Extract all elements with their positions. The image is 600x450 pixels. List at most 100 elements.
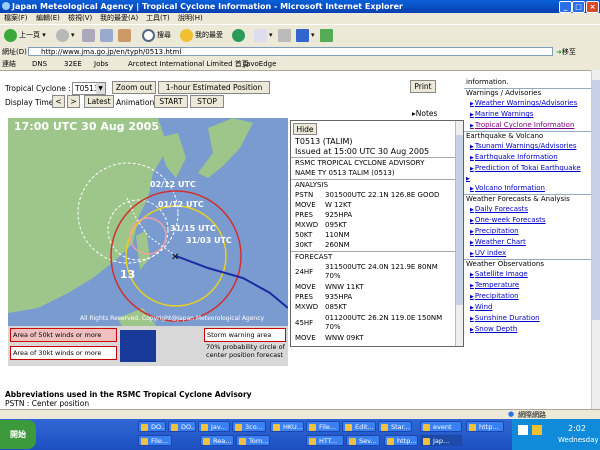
- animation-start-button[interactable]: START: [154, 95, 188, 108]
- taskbar-item[interactable]: 3co...: [232, 421, 266, 432]
- cyclone-track: [175, 255, 288, 309]
- minimize-button[interactable]: _: [559, 1, 572, 13]
- go-button[interactable]: ➜移至: [556, 47, 576, 57]
- address-bar: 網址(D) http://www.jma.go.jp/en/typh/0513.…: [0, 46, 600, 58]
- forecast-title: FORECAST: [295, 253, 333, 261]
- taskbar-item[interactable]: Edit...: [342, 421, 376, 432]
- printer-icon: [278, 28, 291, 42]
- link-dns[interactable]: DNS: [32, 58, 47, 70]
- favorites-button[interactable]: 我的最愛: [180, 28, 223, 43]
- taskbar-item[interactable]: Sev...: [346, 435, 380, 446]
- latest-button[interactable]: Latest: [84, 95, 114, 108]
- address-label: 網址(D): [2, 48, 27, 56]
- edit-word-button[interactable]: ▾: [296, 28, 315, 43]
- taskbar-item[interactable]: DO...: [168, 421, 196, 432]
- back-button[interactable]: 上一頁 ▾: [4, 28, 46, 43]
- close-button[interactable]: ×: [586, 1, 599, 13]
- section-warnings: Warnings / Advisories: [466, 89, 542, 97]
- refresh-button[interactable]: [100, 28, 115, 43]
- tray-icon[interactable]: [518, 425, 528, 435]
- refresh-icon: [100, 28, 113, 42]
- menu-file[interactable]: 檔案(F): [4, 13, 28, 24]
- taskbar-item[interactable]: http...: [466, 421, 504, 432]
- clock[interactable]: 2:02: [568, 424, 586, 433]
- link-tropical-cyclone[interactable]: Tropical Cyclone Information: [470, 121, 575, 129]
- menu-edit[interactable]: 編輯(E): [36, 13, 60, 24]
- search-button[interactable]: 搜尋: [142, 28, 171, 43]
- taskbar-item[interactable]: File...: [306, 421, 340, 432]
- scrollbar-thumb[interactable]: [456, 135, 463, 305]
- link-weather-warnings[interactable]: Weather Warnings/Advisories: [470, 99, 577, 107]
- menu-view[interactable]: 檢視(V): [68, 13, 92, 24]
- link-precipitation[interactable]: Precipitation: [470, 227, 519, 235]
- track-label-3103: 31/03 UTC: [186, 236, 232, 245]
- link-32ee[interactable]: 32EE: [64, 58, 82, 70]
- link-marine-warnings[interactable]: Marine Warnings: [470, 110, 534, 118]
- link-uv-index[interactable]: UV index: [470, 249, 506, 257]
- link-jobs[interactable]: Jobs: [94, 58, 108, 70]
- link-satellite[interactable]: Satellite Image: [470, 270, 528, 278]
- home-button[interactable]: [118, 28, 133, 43]
- link-daily-forecasts[interactable]: Daily Forecasts: [470, 205, 528, 213]
- notes-link[interactable]: ▸Notes: [412, 109, 437, 118]
- map-legend: Area of 50kt winds or more Area of 30kt …: [8, 326, 288, 366]
- link-javoedge[interactable]: JavoEdge: [244, 58, 276, 70]
- taiwan-landmass: [136, 230, 150, 270]
- link-arcotect[interactable]: Arcotect International Limited 首頁: [128, 58, 249, 70]
- taskbar-item[interactable]: Jav...: [198, 421, 230, 432]
- link-tsunami[interactable]: Tsunami Warnings/Advisories: [470, 142, 577, 150]
- link-one-week[interactable]: One-week Forecasts: [470, 216, 546, 224]
- taskbar-item[interactable]: HKU...: [270, 421, 304, 432]
- mail-button[interactable]: ▾: [254, 28, 273, 43]
- taskbar-item[interactable]: DO...: [138, 421, 166, 432]
- menu-favorites[interactable]: 我的最愛(A): [100, 13, 138, 24]
- internet-zone-icon: ●: [508, 410, 515, 418]
- link-wind[interactable]: Wind: [470, 303, 493, 311]
- link-earthquake-info[interactable]: Earthquake Information: [470, 153, 558, 161]
- forward-button[interactable]: ▾: [56, 28, 75, 43]
- messenger-button[interactable]: [320, 28, 335, 43]
- taskbar-item[interactable]: File...: [138, 435, 172, 446]
- link-volcano[interactable]: Volcano Information: [470, 184, 545, 192]
- cyclone-select[interactable]: T0513 ▼: [72, 82, 106, 95]
- forecast-value: 935HPA: [325, 293, 353, 301]
- page-scrollbar[interactable]: [591, 70, 600, 409]
- maximize-button[interactable]: □: [572, 1, 585, 13]
- taskbar-item[interactable]: HTT...: [306, 435, 344, 446]
- menu-help[interactable]: 說明(H): [178, 13, 203, 24]
- media-button[interactable]: [232, 28, 247, 43]
- estimated-position-button[interactable]: 1-hour Estimated Position: [158, 81, 270, 94]
- link-obs-precipitation[interactable]: Precipitation: [470, 292, 519, 300]
- cyclone-map[interactable]: ✕ 17:00 UTC 30 Aug 2005 02/12 UTC 01/12 …: [8, 118, 288, 366]
- advisory-header: RSMC TROPICAL CYCLONE ADVISORY: [295, 159, 425, 167]
- taskbar-item[interactable]: Tom...: [236, 435, 270, 446]
- zoom-out-button[interactable]: Zoom out: [112, 81, 156, 94]
- hide-button[interactable]: Hide: [293, 123, 317, 135]
- link-tokai[interactable]: Prediction of Tokai Earthquake: [470, 164, 581, 172]
- link-temperature[interactable]: Temperature: [470, 281, 519, 289]
- page-scrollbar-thumb[interactable]: [592, 80, 600, 320]
- advisory-scrollbar[interactable]: [455, 121, 463, 346]
- address-input[interactable]: http://www.jma.go.jp/en/typh/0513.html: [28, 47, 553, 56]
- print-button[interactable]: Print: [410, 80, 436, 93]
- prev-time-button[interactable]: <: [52, 95, 65, 108]
- link-tokai-2[interactable]: [466, 174, 471, 182]
- taskbar-item[interactable]: http...: [384, 435, 418, 446]
- menu-tools[interactable]: 工具(T): [146, 13, 170, 24]
- taskbar-item[interactable]: event: [420, 421, 462, 432]
- forecast-value: WNW 11KT: [325, 283, 364, 291]
- next-time-button[interactable]: >: [67, 95, 80, 108]
- taskbar-item[interactable]: Rea...: [200, 435, 234, 446]
- track-label-0212: 02/12 UTC: [150, 180, 196, 189]
- taskbar-item-active[interactable]: Jap...: [420, 435, 462, 446]
- link-snow-depth[interactable]: Snow Depth: [470, 325, 517, 333]
- tray-icon[interactable]: [532, 425, 542, 435]
- start-button[interactable]: 開始: [0, 420, 36, 449]
- stop-button[interactable]: [82, 28, 97, 43]
- print-toolbar-button[interactable]: [278, 28, 293, 43]
- link-sunshine[interactable]: Sunshine Duration: [470, 314, 540, 322]
- taskbar-item[interactable]: Star...: [378, 421, 412, 432]
- links-label: 連結: [2, 60, 16, 68]
- link-weather-chart[interactable]: Weather Chart: [470, 238, 526, 246]
- animation-stop-button[interactable]: STOP: [190, 95, 224, 108]
